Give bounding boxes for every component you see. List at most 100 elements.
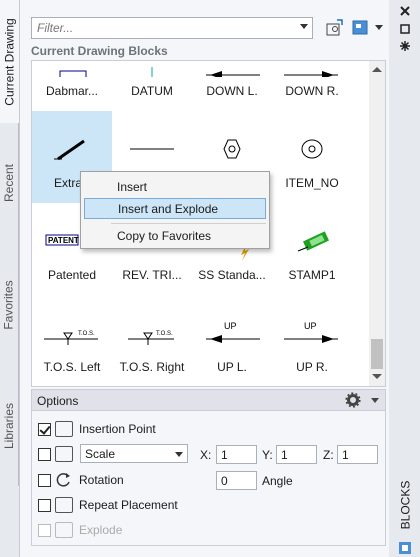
svg-text:T.O.S.: T.O.S. bbox=[156, 331, 173, 337]
block-label: ITEM_NO bbox=[285, 176, 339, 190]
svg-text:UP: UP bbox=[304, 321, 317, 331]
insertion-point-label: Insertion Point bbox=[79, 422, 156, 436]
block-stamp1[interactable]: STAMP1 bbox=[272, 203, 352, 295]
filter-input[interactable]: Filter... bbox=[31, 17, 313, 39]
tab-label: Recent bbox=[2, 163, 16, 203]
section-title: Current Drawing Blocks bbox=[31, 44, 168, 58]
view-dropdown-icon[interactable] bbox=[375, 25, 383, 30]
x-label: X: bbox=[200, 448, 212, 462]
rotation-row: Rotation bbox=[38, 470, 124, 490]
y-input[interactable]: 1 bbox=[276, 445, 317, 464]
block-label: T.O.S. Right bbox=[119, 360, 185, 374]
explode-row: Explode bbox=[38, 520, 122, 540]
block-item-no[interactable]: ITEM_NO bbox=[272, 111, 352, 203]
block-label: DOWN L. bbox=[206, 84, 258, 98]
tab-recent[interactable]: Recent bbox=[0, 123, 19, 243]
gallery-scrollbar[interactable] bbox=[369, 61, 385, 386]
block-label: DATUM bbox=[131, 84, 173, 98]
svg-text:UP: UP bbox=[224, 321, 237, 331]
block-thumbnail-icon: T.O.S. bbox=[44, 331, 98, 345]
block-up-l[interactable]: UP UP L. bbox=[192, 295, 272, 386]
blocks-panel: Filter... Current Drawing Blocks Dabmar.… bbox=[19, 0, 389, 557]
palette-title-label: BLOCKS bbox=[398, 480, 412, 530]
rotation-label: Rotation bbox=[79, 473, 124, 487]
block-up-r[interactable]: UP UP R. bbox=[272, 295, 352, 386]
block-label: UP R. bbox=[296, 360, 328, 374]
block-down-r[interactable]: DOWN R. bbox=[272, 61, 352, 111]
tab-favorites[interactable]: Favorites bbox=[0, 243, 19, 366]
tab-libraries[interactable]: Libraries bbox=[0, 366, 19, 486]
scroll-thumb[interactable] bbox=[371, 339, 383, 369]
import-blocks-icon[interactable] bbox=[325, 18, 345, 38]
scale-icon bbox=[55, 446, 73, 462]
z-label: Z: bbox=[323, 448, 334, 462]
svg-text:PATENT: PATENT bbox=[48, 236, 79, 245]
block-tos-right[interactable]: T.O.S. T.O.S. Right bbox=[112, 295, 192, 386]
block-tos-left[interactable]: T.O.S. T.O.S. Left bbox=[32, 295, 112, 386]
context-menu: Insert Insert and Explode Copy to Favori… bbox=[80, 171, 270, 249]
menu-item-insert[interactable]: Insert bbox=[84, 177, 266, 198]
properties-icon[interactable] bbox=[400, 41, 410, 51]
block-thumbnail-icon: UP bbox=[206, 321, 260, 343]
repeat-placement-checkbox[interactable] bbox=[38, 498, 51, 512]
menu-item-copy-to-favorites[interactable]: Copy to Favorites bbox=[84, 226, 266, 247]
block-thumbnail-icon bbox=[297, 231, 329, 252]
block-label: DOWN R. bbox=[285, 84, 339, 98]
scale-checkbox[interactable] bbox=[38, 447, 51, 461]
filter-placeholder: Filter... bbox=[37, 21, 74, 35]
insertion-point-icon bbox=[55, 421, 73, 437]
block-label: UP L. bbox=[217, 360, 247, 374]
block-thumbnail-icon bbox=[284, 71, 338, 77]
insertion-point-checkbox[interactable] bbox=[38, 422, 51, 436]
scale-select[interactable]: Scale bbox=[80, 444, 188, 463]
rotation-icon bbox=[56, 473, 70, 487]
block-down-l[interactable]: DOWN L. bbox=[192, 61, 272, 111]
explode-icon bbox=[55, 522, 73, 538]
menu-item-insert-and-explode[interactable]: Insert and Explode bbox=[84, 198, 266, 219]
tab-current-drawing[interactable]: Current Drawing bbox=[0, 0, 19, 123]
thumbnail-view-icon[interactable] bbox=[350, 18, 370, 38]
block-dabmar[interactable]: Dabmar... bbox=[32, 61, 112, 111]
angle-label: Angle bbox=[262, 474, 293, 488]
angle-input[interactable]: 0 bbox=[216, 471, 257, 490]
explode-checkbox[interactable] bbox=[38, 523, 51, 537]
tab-label: Current Drawing bbox=[2, 17, 17, 106]
palette-tabs: Current Drawing Recent Favorites Librari… bbox=[0, 0, 19, 557]
scroll-up-icon[interactable] bbox=[372, 67, 382, 72]
y-label: Y: bbox=[262, 448, 273, 462]
filter-dropdown-icon[interactable] bbox=[300, 24, 308, 29]
options-dropdown-icon[interactable] bbox=[371, 398, 379, 403]
scroll-down-icon[interactable] bbox=[372, 374, 382, 379]
insertion-point-row: Insertion Point bbox=[38, 419, 156, 439]
block-label: Patented bbox=[47, 268, 97, 282]
gear-icon[interactable] bbox=[345, 392, 361, 408]
block-label: REV. TRI... bbox=[122, 268, 182, 282]
svg-text:T.O.S.: T.O.S. bbox=[78, 331, 95, 337]
block-thumbnail-icon: UP bbox=[284, 321, 338, 343]
block-label: Dabmar... bbox=[45, 84, 99, 98]
tab-label: Libraries bbox=[2, 402, 16, 450]
scale-select-value: Scale bbox=[85, 447, 116, 461]
block-label: T.O.S. Left bbox=[43, 360, 101, 374]
auto-hide-icon[interactable] bbox=[400, 24, 410, 34]
options-title: Options bbox=[37, 394, 79, 408]
z-input[interactable]: 1 bbox=[337, 445, 378, 464]
block-thumbnail-icon bbox=[130, 148, 174, 150]
block-label: SS Standa... bbox=[198, 268, 266, 282]
options-header[interactable]: Options bbox=[31, 389, 386, 411]
block-label: STAMP1 bbox=[288, 268, 336, 282]
rotation-checkbox[interactable] bbox=[38, 473, 51, 487]
tab-label: Favorites bbox=[2, 279, 17, 330]
block-thumbnail-icon bbox=[223, 139, 241, 159]
chevron-down-icon bbox=[175, 452, 183, 457]
block-thumbnail-icon bbox=[59, 70, 87, 77]
blocks-palette-icon[interactable] bbox=[398, 541, 412, 555]
block-thumbnail-icon: T.O.S. bbox=[128, 331, 174, 345]
block-datum[interactable]: DATUM bbox=[112, 61, 192, 111]
x-input[interactable]: 1 bbox=[216, 445, 257, 464]
block-thumbnail-icon bbox=[301, 139, 323, 159]
close-icon[interactable] bbox=[400, 6, 410, 16]
repeat-placement-icon bbox=[55, 497, 73, 513]
repeat-placement-row: Repeat Placement bbox=[38, 495, 178, 515]
palette-title: BLOCKS bbox=[397, 470, 413, 540]
